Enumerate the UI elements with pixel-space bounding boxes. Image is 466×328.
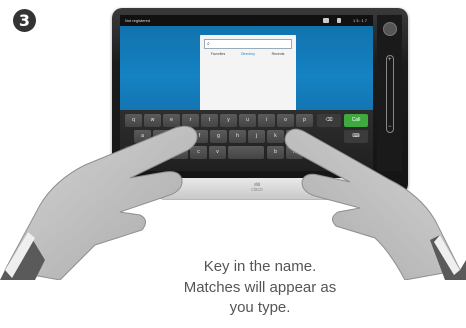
presentation-button[interactable] bbox=[383, 22, 397, 36]
step-badge: 3 bbox=[13, 9, 36, 32]
caption-line-1: Key in the name. bbox=[203, 258, 317, 275]
directory-tabs: Favorites Directory Recents bbox=[200, 52, 296, 59]
volume-plus-label: + bbox=[388, 57, 392, 63]
caption-line-3: you type. bbox=[229, 299, 291, 316]
instruction-caption: Key in the name. Matches will appear as … bbox=[140, 257, 380, 319]
right-hand-illustration bbox=[284, 128, 466, 280]
left-hand-illustration bbox=[0, 125, 198, 280]
caption-line-2: Matches will appear as bbox=[183, 278, 337, 296]
registration-status: Not registered bbox=[125, 18, 151, 23]
tab-directory[interactable]: Directory bbox=[232, 52, 264, 56]
camera-icon[interactable] bbox=[323, 18, 329, 23]
clock: 13:17 bbox=[352, 18, 368, 23]
search-field[interactable]: ⌕ bbox=[204, 39, 292, 49]
speaker-icon[interactable] bbox=[337, 18, 341, 23]
status-bar: Not registered 13:17 bbox=[120, 15, 373, 26]
tab-favorites[interactable]: Favorites bbox=[202, 52, 234, 56]
tab-recents[interactable]: Recents bbox=[262, 52, 294, 56]
search-icon: ⌕ bbox=[207, 41, 210, 47]
